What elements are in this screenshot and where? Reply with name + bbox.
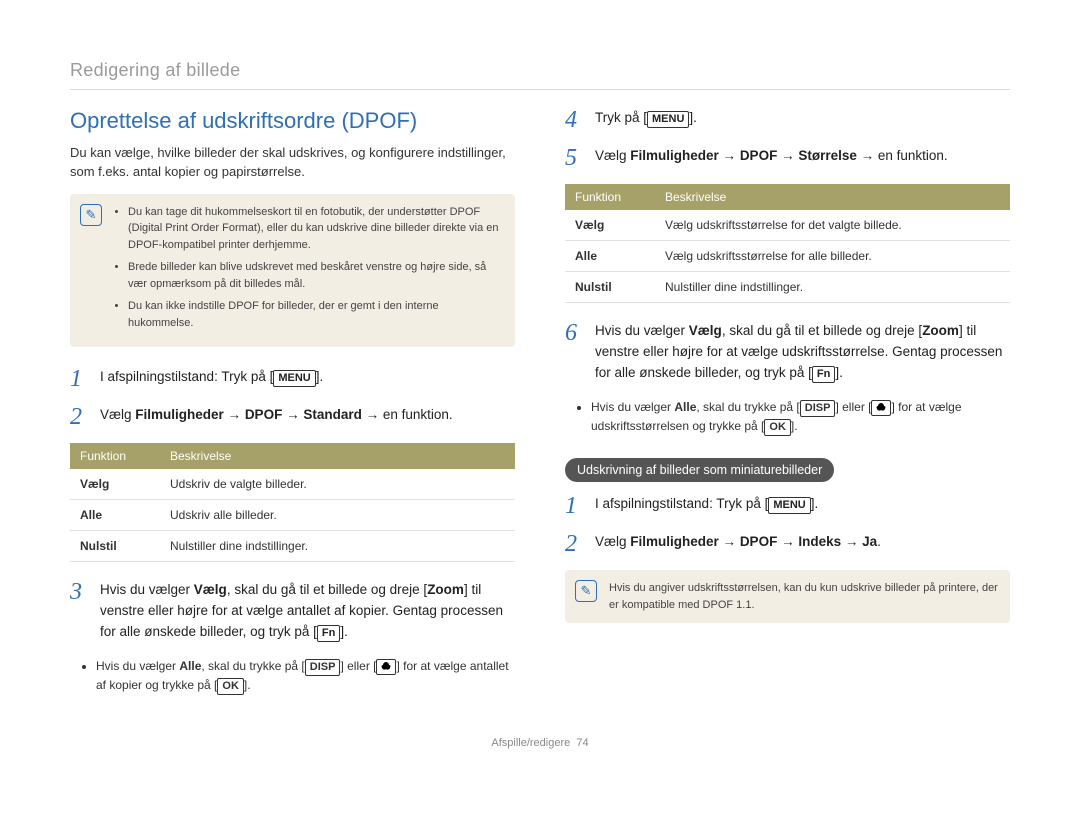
note-text: Hvis du angiver udskriftsstørrelsen, kan… [609, 580, 998, 613]
intro-paragraph: Du kan vælge, hvilke billeder der skal u… [70, 144, 515, 182]
step-number: 3 [70, 580, 90, 604]
thumb-step-2: 2 Vælg Filmuligheder → DPOF → Indeks → J… [565, 532, 1010, 556]
step-number: 2 [565, 532, 585, 556]
section-title: Oprettelse af udskriftsordre (DPOF) [70, 108, 515, 134]
two-column-layout: Oprettelse af udskriftsordre (DPOF) Du k… [70, 108, 1010, 707]
table-row: Nulstil Nulstiller dine indstillinger. [565, 272, 1010, 303]
left-column: Oprettelse af udskriftsordre (DPOF) Du k… [70, 108, 515, 707]
step-3: 3 Hvis du vælger Vælg, skal du gå til et… [70, 580, 515, 643]
subsection-pill: Udskrivning af billeder som miniaturebil… [565, 458, 834, 482]
ok-key: OK [764, 419, 791, 436]
step-number: 2 [70, 405, 90, 429]
table-row: Vælg Vælg udskriftsstørrelse for det val… [565, 210, 1010, 241]
table-row: Alle Udskriv alle billeder. [70, 500, 515, 531]
table-header: Funktion [565, 184, 655, 210]
step-number: 6 [565, 321, 585, 345]
sub-list: Hvis du vælger Alle, skal du trykke på [… [565, 398, 1010, 436]
note-box-2: ✎ Hvis du angiver udskriftsstørrelsen, k… [565, 570, 1010, 623]
note-item: Du kan ikke indstille DPOF for billeder,… [128, 298, 503, 331]
note-item: Brede billeder kan blive udskrevet med b… [128, 259, 503, 292]
step-number: 5 [565, 146, 585, 170]
step-text: Vælg Filmuligheder → DPOF → Standard → e… [100, 405, 515, 426]
step-text: Vælg Filmuligheder → DPOF → Størrelse → … [595, 146, 1010, 167]
disp-key: DISP [800, 400, 836, 417]
function-table-right: Funktion Beskrivelse Vælg Vælg udskrifts… [565, 184, 1010, 303]
step-4: 4 Tryk på [MENU]. [565, 108, 1010, 132]
table-row: Vælg Udskriv de valgte billeder. [70, 469, 515, 500]
sub-item: Hvis du vælger Alle, skal du trykke på [… [591, 398, 1010, 436]
table-row: Alle Vælg udskriftsstørrelse for alle bi… [565, 241, 1010, 272]
table-header: Funktion [70, 443, 160, 469]
function-table-left: Funktion Beskrivelse Vælg Udskriv de val… [70, 443, 515, 562]
table-header: Beskrivelse [160, 443, 515, 469]
step-5: 5 Vælg Filmuligheder → DPOF → Størrelse … [565, 146, 1010, 170]
step-number: 1 [70, 367, 90, 391]
step-6: 6 Hvis du vælger Vælg, skal du gå til et… [565, 321, 1010, 384]
footer-label: Afspille/redigere [491, 737, 570, 749]
fn-key: Fn [812, 366, 835, 383]
disp-key: DISP [305, 659, 341, 676]
step-number: 1 [565, 494, 585, 518]
flower-icon [871, 400, 891, 416]
note-list: Du kan tage dit hukommelseskort til en f… [114, 204, 503, 332]
step-text: Hvis du vælger Vælg, skal du gå til et b… [100, 580, 515, 643]
pencil-icon: ✎ [80, 204, 102, 226]
menu-key: MENU [647, 111, 689, 128]
pencil-icon: ✎ [575, 580, 597, 602]
note-item: Du kan tage dit hukommelseskort til en f… [128, 204, 503, 254]
page-footer: Afspille/redigere 74 [70, 737, 1010, 749]
manual-page: Redigering af billede Oprettelse af udsk… [0, 0, 1080, 789]
table-header: Beskrivelse [655, 184, 1010, 210]
menu-key: MENU [273, 370, 315, 387]
breadcrumb: Redigering af billede [70, 60, 1010, 90]
ok-key: OK [217, 678, 244, 695]
step-text: Tryk på [MENU]. [595, 108, 1010, 129]
right-column: 4 Tryk på [MENU]. 5 Vælg Filmuligheder →… [565, 108, 1010, 707]
page-number: 74 [576, 737, 588, 749]
sub-list: Hvis du vælger Alle, skal du trykke på [… [70, 657, 515, 695]
menu-key: MENU [768, 497, 810, 514]
flower-icon [376, 659, 396, 675]
fn-key: Fn [317, 625, 340, 642]
step-number: 4 [565, 108, 585, 132]
step-text: I afspilningstilstand: Tryk på [MENU]. [100, 367, 515, 388]
thumb-step-1: 1 I afspilningstilstand: Tryk på [MENU]. [565, 494, 1010, 518]
note-box-1: ✎ Du kan tage dit hukommelseskort til en… [70, 194, 515, 348]
step-text: I afspilningstilstand: Tryk på [MENU]. [595, 494, 1010, 515]
step-1: 1 I afspilningstilstand: Tryk på [MENU]. [70, 367, 515, 391]
table-row: Nulstil Nulstiller dine indstillinger. [70, 531, 515, 562]
sub-item: Hvis du vælger Alle, skal du trykke på [… [96, 657, 515, 695]
step-2: 2 Vælg Filmuligheder → DPOF → Standard →… [70, 405, 515, 429]
step-text: Hvis du vælger Vælg, skal du gå til et b… [595, 321, 1010, 384]
step-text: Vælg Filmuligheder → DPOF → Indeks → Ja. [595, 532, 1010, 553]
